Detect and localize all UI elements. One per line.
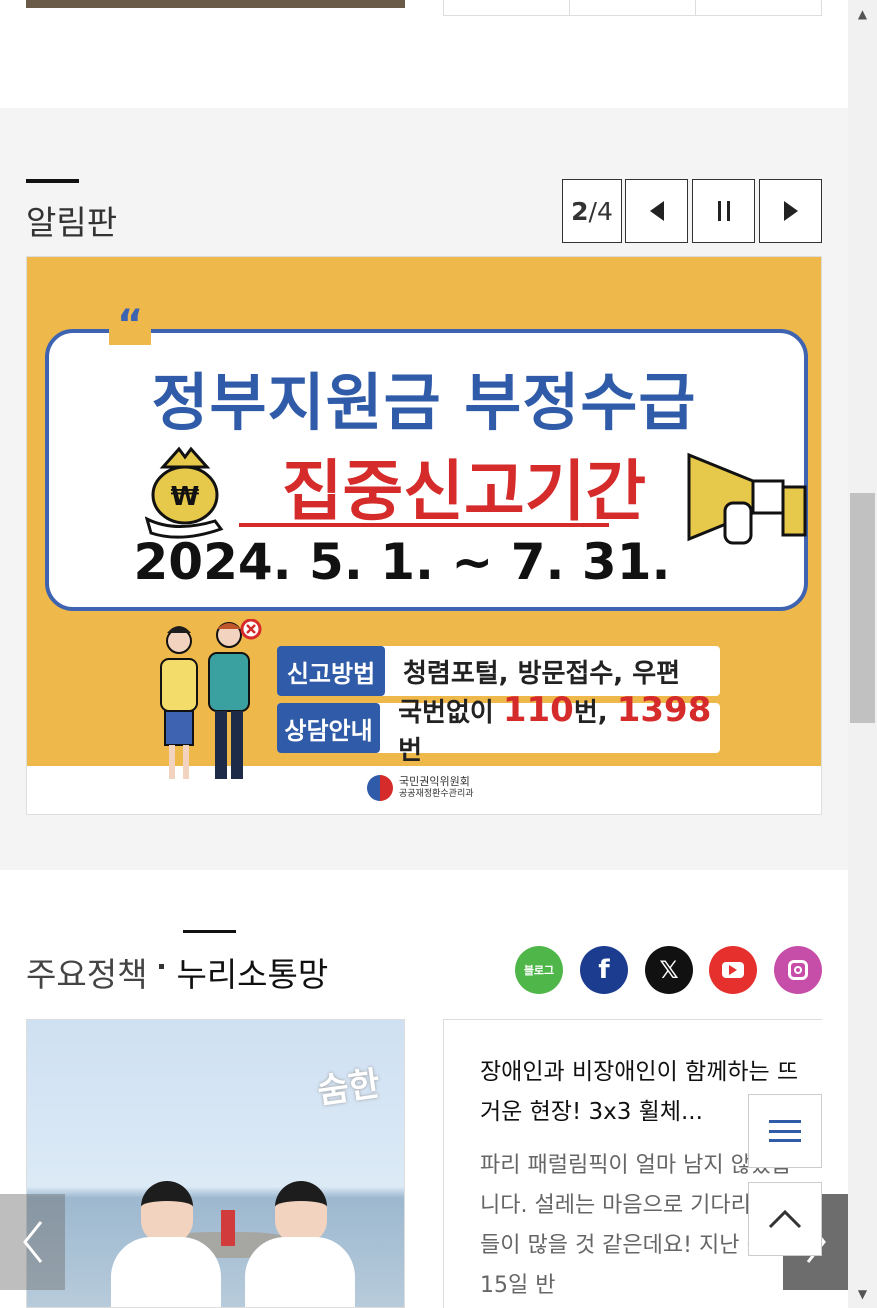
notice-board-title: 알림판: [26, 203, 118, 242]
consult-text: 국번없이 110번, 1398 번: [380, 690, 720, 767]
org-logo-group: 국민권익위원회 공공재정환수관리과: [367, 775, 474, 801]
lighthouse: [221, 1210, 235, 1246]
consult-suffix: 번: [398, 735, 423, 766]
menu-button[interactable]: [748, 1094, 822, 1168]
megaphone-icon: [687, 452, 807, 545]
consult-mid: 번,: [573, 697, 608, 728]
vertical-scrollbar[interactable]: ▲ ▼: [848, 0, 877, 1308]
slide-pause-button[interactable]: [692, 179, 755, 243]
pager-separator: /: [588, 196, 597, 226]
tab-main-policy[interactable]: 주요정책: [26, 948, 147, 996]
camera-icon: [788, 960, 808, 980]
org-name: 국민권익위원회: [399, 775, 470, 788]
report-method-text: 청렴포털, 방문접수, 우편: [403, 658, 681, 689]
consult-row: 상담안내 국번없이 110번, 1398 번: [277, 690, 720, 766]
slide-pager: 2/4: [562, 179, 622, 243]
person-right: [245, 1181, 355, 1307]
x-twitter-link-icon[interactable]: 𝕏: [645, 946, 693, 994]
section-title-bar: [26, 179, 79, 183]
notice-banner[interactable]: “ 정부지원금 부정수급 ₩ 집중신고기간 2024. 5. 1. ~ 7. 3…: [26, 256, 822, 815]
carousel-prev-button[interactable]: [0, 1194, 65, 1290]
banner-underline: [239, 523, 609, 527]
report-method-label: 신고방법: [277, 646, 385, 696]
tab-nuri-sns[interactable]: 누리소통망: [176, 948, 328, 996]
scroll-top-button[interactable]: [748, 1182, 822, 1256]
org-text: 국민권익위원회 공공재정환수관리과: [399, 776, 474, 800]
hamburger-icon: [769, 1120, 801, 1142]
quote-mark: “: [109, 305, 152, 345]
scroll-down-arrow-icon[interactable]: ▼: [848, 1282, 877, 1306]
page: 알림판 2/4 “ 정부지원금 부정수급 ₩ 집중신고기간 2024. 5. 1…: [0, 0, 877, 1308]
chevron-up-icon: [768, 1209, 802, 1229]
previous-section-table: [443, 0, 822, 16]
banner-date: 2024. 5. 1. ~ 7. 31.: [133, 533, 671, 591]
banner-title-line1: 정부지원금 부정수급: [151, 366, 697, 439]
consult-number-110: 110: [502, 689, 574, 730]
org-sub: 공공재정환수관리과: [399, 789, 474, 799]
play-icon: [722, 962, 744, 978]
pager-current: 2: [571, 196, 589, 226]
chevron-left-icon: [22, 1221, 42, 1263]
triangle-left-icon: [649, 201, 664, 221]
people-illustration-icon: [160, 619, 262, 779]
pause-icon: [717, 201, 730, 221]
scrollbar-thumb[interactable]: [850, 493, 875, 723]
previous-section-image[interactable]: [26, 0, 405, 8]
tab-separator-dot: [159, 963, 165, 969]
consult-number-1398: 1398: [616, 689, 712, 730]
person-left: [111, 1181, 221, 1307]
scroll-up-arrow-icon[interactable]: ▲: [848, 2, 877, 26]
pager-total: 4: [596, 196, 613, 226]
consult-label: 상담안내: [277, 703, 381, 753]
blog-link-icon[interactable]: 블로그: [515, 946, 563, 994]
instagram-link-icon[interactable]: [774, 946, 822, 994]
facebook-link-icon[interactable]: f: [580, 946, 628, 994]
triangle-right-icon: [783, 201, 798, 221]
taegeuk-logo-icon: [367, 775, 393, 801]
notice-board-section: 알림판 2/4 “ 정부지원금 부정수급 ₩ 집중신고기간 2024. 5. 1…: [0, 108, 848, 870]
slide-prev-button[interactable]: [625, 179, 688, 243]
policy-tabs: 주요정책 누리소통망: [26, 948, 328, 996]
active-tab-bar: [183, 930, 236, 933]
thumbnail-logo: 숨한: [315, 1063, 383, 1113]
slide-next-button[interactable]: [759, 179, 822, 243]
report-method-row: 신고방법 청렴포털, 방문접수, 우편: [277, 646, 720, 696]
youtube-link-icon[interactable]: [709, 946, 757, 994]
consult-prefix: 국번없이: [398, 697, 494, 728]
news-thumbnail[interactable]: 숨한: [26, 1019, 405, 1308]
